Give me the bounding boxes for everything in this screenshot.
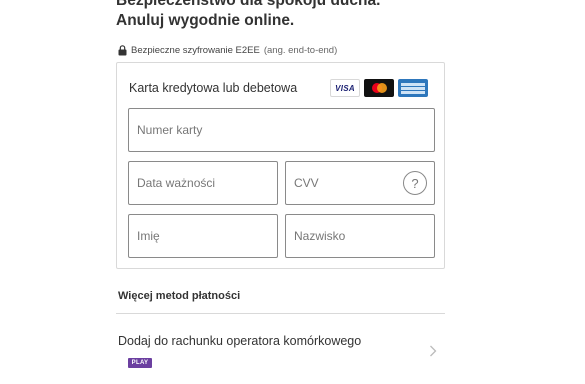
more-payment-methods-title: Więcej metod płatności: [118, 290, 241, 302]
cvv-field[interactable]: ?: [285, 161, 435, 205]
first-name-field[interactable]: [128, 214, 278, 258]
headline-line-1: Bezpieczeństwo dla spokoju ducha.: [116, 0, 381, 9]
security-note-subtext: (ang. end-to-end): [263, 44, 338, 56]
card-brand-logos: VISA: [330, 79, 428, 97]
carrier-billing-option[interactable]: Dodaj do rachunku operatora komórkowego …: [116, 330, 445, 374]
divider: [116, 313, 445, 314]
chevron-right-icon: [430, 345, 437, 357]
card-payment-form: Karta kredytowa lub debetowa VISA ?: [116, 62, 445, 269]
expiry-date-input[interactable]: [129, 162, 277, 204]
card-number-field[interactable]: [128, 108, 435, 152]
visa-logo-text: VISA: [335, 83, 355, 93]
lock-icon: [118, 44, 127, 55]
question-circle-icon[interactable]: ?: [403, 171, 427, 195]
visa-logo: VISA: [330, 79, 360, 97]
security-note: Bezpieczne szyfrowanie E2EE (ang. end-to…: [118, 44, 337, 56]
play-logo: PLAY: [128, 358, 152, 368]
card-number-input[interactable]: [129, 109, 434, 151]
cvv-help-label: ?: [411, 175, 419, 191]
security-note-text: Bezpieczne szyfrowanie E2EE: [131, 44, 260, 56]
headline-line-2: Anuluj wygodnie online.: [116, 12, 295, 29]
card-form-title: Karta kredytowa lub debetowa: [129, 81, 298, 95]
last-name-field[interactable]: [285, 214, 435, 258]
expiry-date-field[interactable]: [128, 161, 278, 205]
american-express-logo: [398, 79, 428, 97]
carrier-billing-label: Dodaj do rachunku operatora komórkowego: [118, 334, 362, 348]
mastercard-logo: [364, 79, 394, 97]
last-name-input[interactable]: [286, 215, 434, 257]
play-logo-text: PLAY: [131, 360, 149, 366]
page-headline: Bezpieczeństwo dla spokoju ducha. Anuluj…: [116, 0, 380, 31]
first-name-input[interactable]: [129, 215, 277, 257]
